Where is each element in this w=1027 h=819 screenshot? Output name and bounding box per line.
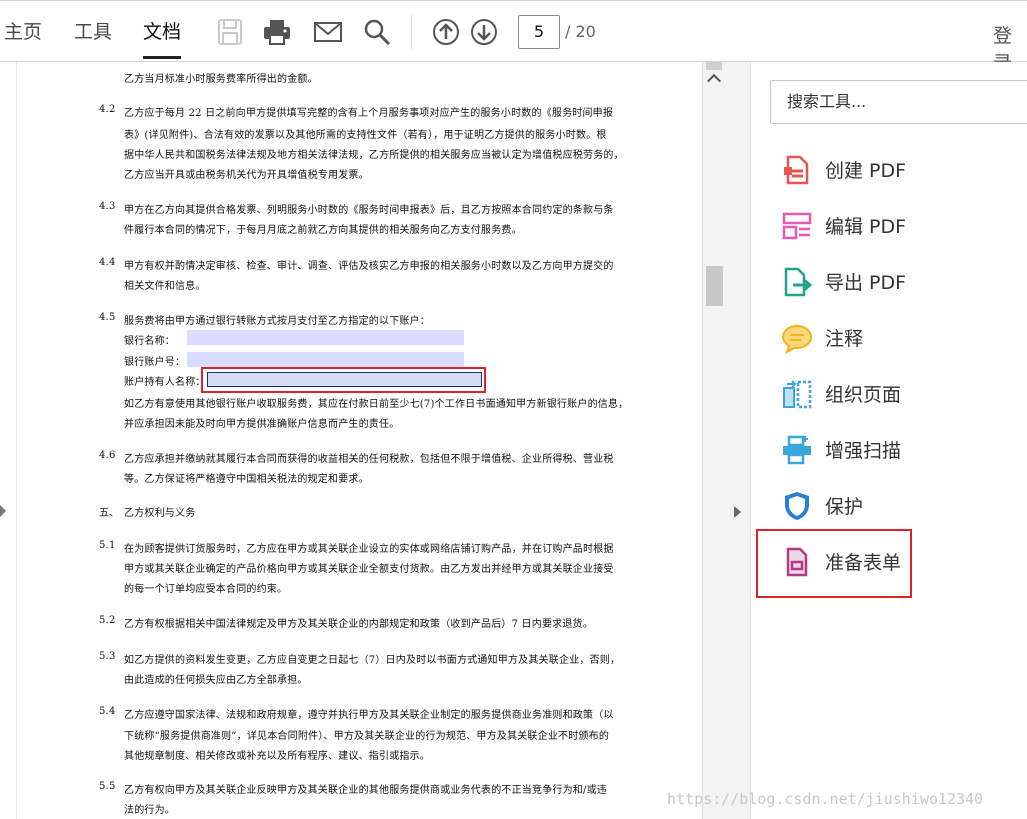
clause-number: 五、 bbox=[99, 508, 120, 519]
clause-number: 4.3 bbox=[99, 201, 116, 212]
line-text: 乙方应当开具或由税务机关代为开具增值税专用发票。 bbox=[124, 170, 369, 181]
toolbar-separator bbox=[411, 15, 412, 49]
line-text: 账户持有人名称： bbox=[124, 377, 206, 388]
line-text: 乙方应承担并缴纳就其履行本合同而获得的收益相关的任何税款，包括但不限于增值税、企… bbox=[124, 454, 614, 465]
line-text: 乙方应于每月 22 日之前向甲方提供填写完整的含有上个月服务事项对应产生的服务小… bbox=[124, 108, 614, 119]
line-text: 甲方或其关联企业确定的产品价格向甲方或其关联企业全额支付货款。由乙方发出并经甲方… bbox=[124, 564, 614, 575]
line-text: 法的行为。 bbox=[124, 805, 175, 816]
tab-home[interactable]: 主页 bbox=[4, 19, 42, 45]
clause-number: 4.6 bbox=[99, 450, 116, 461]
scrollbar-top-cap bbox=[706, 62, 722, 70]
line-text: 乙方权利与义务 bbox=[124, 508, 196, 519]
line-text: 并应承担因未能及时向甲方提供准确账户信息而产生的责任。 bbox=[124, 419, 400, 430]
top-toolbar: 主页 工具 文档 5 / 20 登录 bbox=[0, 0, 1027, 74]
tool-label: 保护 bbox=[825, 496, 864, 518]
document-scrollbar[interactable] bbox=[702, 62, 725, 819]
clause-number: 4.5 bbox=[99, 312, 116, 323]
tools-panel: 搜索工具... 创建 PDF 编辑 PDF 导出 PDF 注释 组织页面 增强扫 bbox=[751, 62, 1027, 819]
highlight-box-prepare-form bbox=[756, 529, 912, 598]
line-text: 据中华人民共和国税务法律法规及地方相关法律法规，乙方所提供的相关服务应当被认定为… bbox=[124, 150, 624, 161]
document-page: 法的行为。 5.5 乙方有权向甲方及其关联企业反映甲方及其关联企业的其他服务提供商或… bbox=[16, 62, 703, 819]
search-tools-input[interactable]: 搜索工具... bbox=[770, 80, 1027, 124]
page-down-icon[interactable] bbox=[469, 17, 499, 47]
clause-number: 4.2 bbox=[99, 104, 116, 115]
watermark: https://blog.csdn.net/jiushiwo12340 bbox=[667, 790, 984, 808]
highlight-box-field bbox=[201, 367, 486, 393]
enhance-scan-icon bbox=[781, 434, 813, 466]
line-text: 银行账户号： bbox=[124, 357, 186, 368]
line-text: 乙方有权根据相关中国法律规定及甲方及其关联企业的内部规定和政策（收到产品后）7 … bbox=[124, 619, 593, 630]
save-icon[interactable] bbox=[215, 17, 245, 47]
tool-edit-pdf[interactable]: 编辑 PDF bbox=[781, 206, 1021, 246]
edit-pdf-icon bbox=[781, 210, 813, 242]
clause-number: 5.2 bbox=[99, 615, 116, 626]
tab-document[interactable]: 文档 bbox=[143, 19, 182, 59]
line-text: 乙方应遵守国家法律、法规和政府规章，遵守并执行甲方及其关联企业制定的服务提供商业… bbox=[124, 710, 614, 721]
line-text: 表》(详见附件)、合法有效的发票以及其他所需的支持性文件（若有），用于证明乙方提… bbox=[124, 130, 607, 141]
line-text: 下统称“服务提供商准则”，详见本合同附件）、甲方及其关联企业的行为规范、甲方及其… bbox=[124, 731, 610, 742]
tool-label: 注释 bbox=[825, 328, 864, 350]
bank-name-field[interactable] bbox=[187, 330, 464, 345]
line-text: 如乙方提供的资料发生变更，乙方应自变更之日起七（7）日内及时以书面方式通知甲方及… bbox=[124, 655, 621, 666]
line-text: 相关文件和信息。 bbox=[124, 281, 206, 292]
line-text: 甲方有权并酌情决定审核、检查、审计、调查、评估及核实乙方申报的相关服务小时数以及… bbox=[124, 261, 614, 272]
line-text: 等。乙方保证将严格遵守中国相关税法的规定和要求。 bbox=[124, 474, 369, 485]
line-text: 在为顾客提供订货服务时，乙方应在甲方或其关联企业设立的实体或网络店铺订购产品，并… bbox=[124, 544, 614, 555]
tool-export-pdf[interactable]: 导出 PDF bbox=[781, 262, 1021, 302]
create-pdf-icon bbox=[781, 154, 813, 186]
tool-label: 增强扫描 bbox=[825, 440, 902, 462]
scrollbar-thumb[interactable] bbox=[706, 266, 723, 306]
tool-label: 创建 PDF bbox=[825, 160, 907, 182]
mail-icon[interactable] bbox=[313, 17, 343, 47]
tool-label: 导出 PDF bbox=[825, 272, 907, 294]
line-text: 的每一个订单均应受本合同的约束。 bbox=[124, 584, 288, 595]
clause-number: 5.1 bbox=[99, 540, 116, 551]
page-number-input[interactable]: 5 bbox=[518, 15, 560, 49]
line-text: 乙方当月标准小时服务费率所得出的金额。 bbox=[124, 74, 318, 85]
left-pane-expand-icon[interactable] bbox=[0, 505, 6, 517]
line-text: 由此造成的任何损失应由乙方全部承担。 bbox=[124, 675, 308, 686]
clause-number: 5.4 bbox=[99, 706, 116, 717]
panel-splitter[interactable] bbox=[724, 62, 751, 819]
search-icon[interactable] bbox=[362, 17, 392, 47]
line-text: 如乙方有意使用其他银行账户收取服务费，其应在付款日前至少七(7)个工作日书面通知… bbox=[124, 399, 629, 410]
organize-pages-icon bbox=[781, 378, 813, 410]
tool-create-pdf[interactable]: 创建 PDF bbox=[781, 150, 1021, 190]
line-text: 银行名称： bbox=[124, 336, 175, 347]
export-pdf-icon bbox=[781, 266, 813, 298]
tool-protect[interactable]: 保护 bbox=[781, 486, 1021, 526]
protect-icon bbox=[781, 490, 813, 522]
print-icon[interactable] bbox=[262, 17, 292, 47]
bank-account-field[interactable] bbox=[187, 352, 464, 367]
tool-label: 组织页面 bbox=[825, 384, 902, 406]
tool-enhance-scan[interactable]: 增强扫描 bbox=[781, 430, 1021, 470]
clause-number: 4.4 bbox=[99, 257, 116, 268]
tool-organize-pages[interactable]: 组织页面 bbox=[781, 374, 1021, 414]
line-text: 服务费将由甲方通过银行转账方式按月支付至乙方指定的以下账户： bbox=[124, 316, 430, 327]
clause-number: 5.3 bbox=[99, 651, 116, 662]
page-total: / 20 bbox=[565, 22, 596, 41]
tool-label: 编辑 PDF bbox=[825, 216, 907, 238]
scroll-up-icon[interactable] bbox=[706, 73, 722, 89]
line-text: 件履行本合同的情况下，于每月月底之前就乙方向其提供的相关服务向乙方支付服务费。 bbox=[124, 225, 522, 236]
tab-tools[interactable]: 工具 bbox=[74, 19, 112, 45]
collapse-panel-icon[interactable] bbox=[734, 506, 741, 518]
tool-comment[interactable]: 注释 bbox=[781, 318, 1021, 358]
line-text: 其他规章制度、相关修改或补充以及所有程序、建议、指引或指示。 bbox=[124, 751, 430, 762]
page-up-icon[interactable] bbox=[431, 17, 461, 47]
line-text: 乙方有权向甲方及其关联企业反映甲方及其关联企业的其他服务提供商或业务代表的不正当… bbox=[124, 785, 607, 796]
clause-number: 5.5 bbox=[99, 781, 116, 792]
line-text: 甲方在乙方向其提供合格发票、列明服务小时数的《服务时间申报表》后，且乙方按照本合… bbox=[124, 205, 614, 216]
comment-icon bbox=[781, 322, 813, 354]
